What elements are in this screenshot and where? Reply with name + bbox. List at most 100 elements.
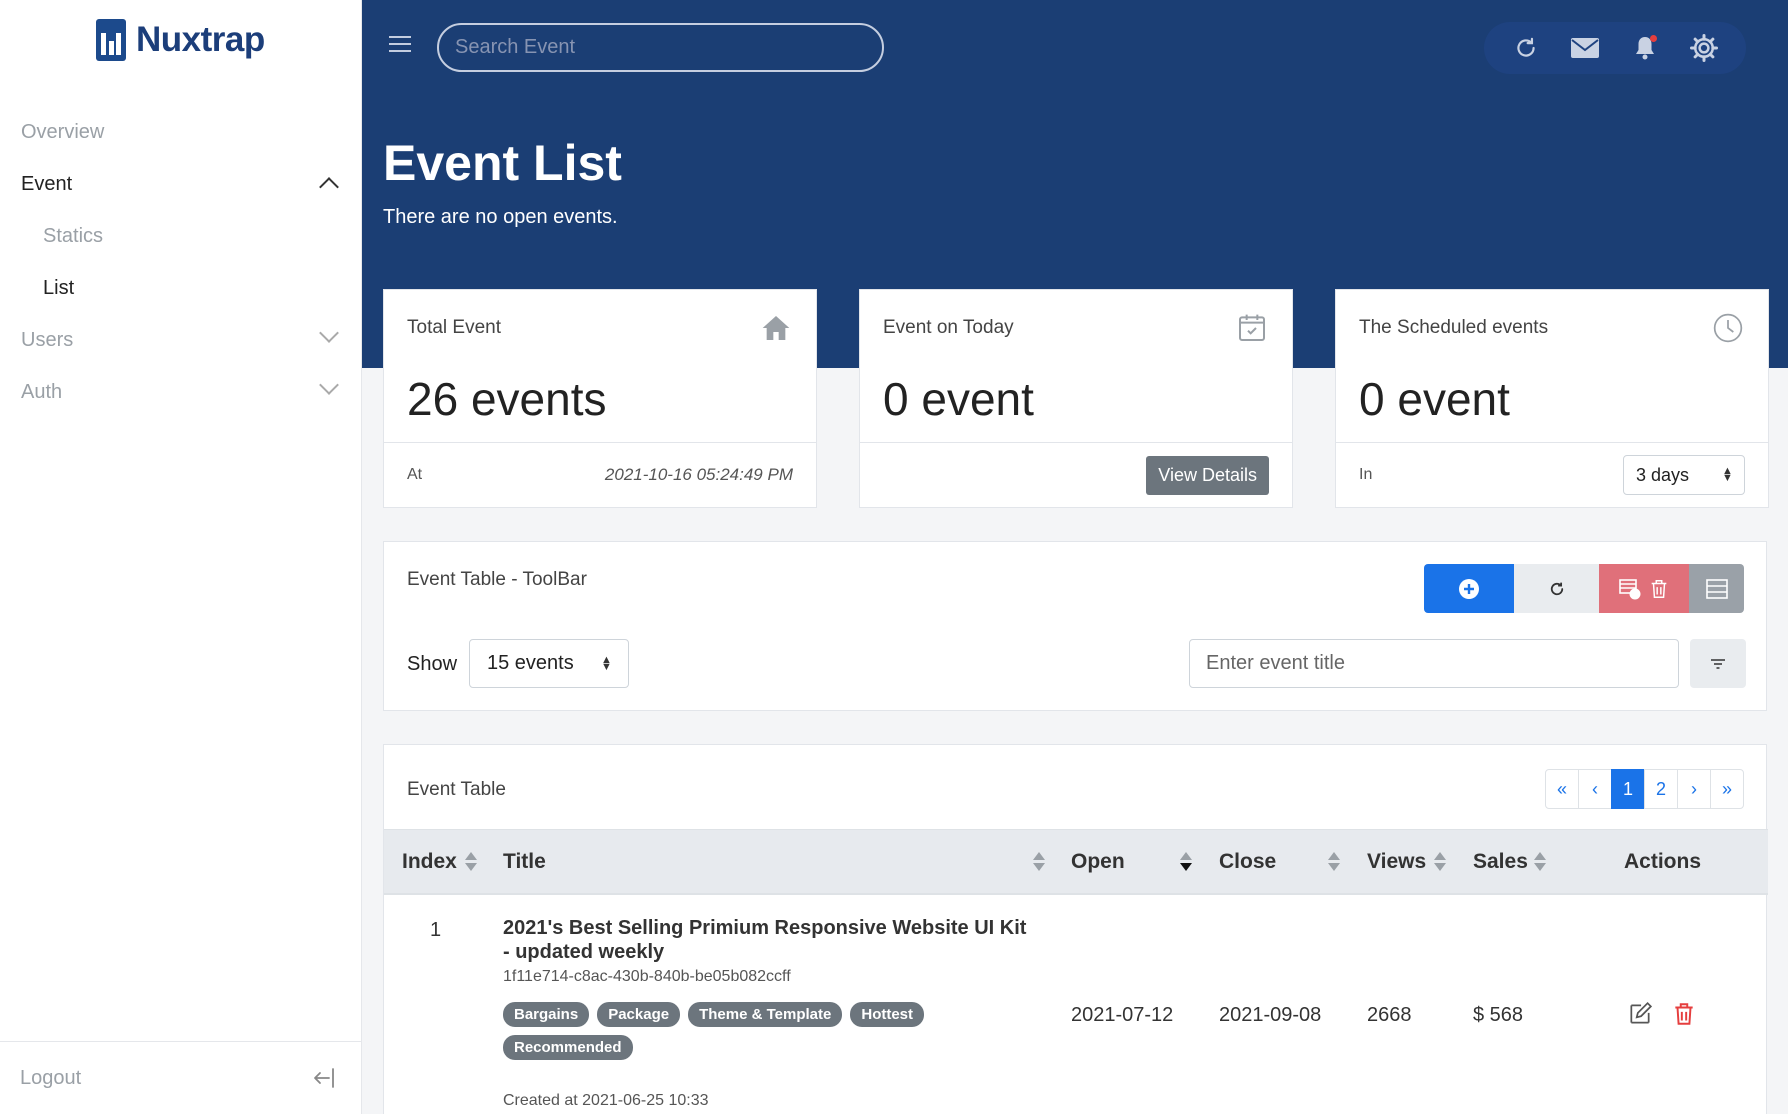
bell-icon[interactable]	[1630, 33, 1660, 63]
sort-icon[interactable]	[1534, 852, 1546, 872]
stat-footer: View Details	[860, 442, 1292, 507]
row-close-date: 2021-09-08	[1219, 1004, 1322, 1026]
page-size-select[interactable]: 15 events ▲ ▼	[469, 639, 629, 688]
stat-label: Total Event	[407, 317, 501, 338]
notification-dot	[1649, 35, 1657, 42]
row-uuid: 1f11e714-c8ac-430b-840b-be05b082ccff	[503, 968, 791, 985]
column-header-open[interactable]: Open	[1071, 830, 1125, 894]
table-title: Event Table	[407, 779, 506, 800]
delete-icon[interactable]	[1671, 1001, 1697, 1027]
sort-desc-icon[interactable]	[1180, 852, 1192, 872]
select-value: 3 days	[1636, 464, 1690, 485]
chevron-down-icon	[319, 323, 339, 343]
sidebar-item-list[interactable]: List	[0, 262, 362, 314]
stat-footer: In 3 days ▲ ▼	[1336, 442, 1768, 507]
page-2-button[interactable]: 2	[1644, 769, 1678, 809]
column-label: Actions	[1624, 850, 1702, 873]
page-subtitle: There are no open events.	[383, 206, 618, 228]
search-input[interactable]	[437, 23, 884, 72]
collapse-sidebar-icon[interactable]	[312, 1066, 336, 1090]
sidebar-item-auth[interactable]: Auth	[0, 366, 362, 418]
sidebar-item-event[interactable]: Event	[0, 158, 362, 210]
column-header-index[interactable]: Index	[402, 830, 457, 894]
mail-icon[interactable]	[1570, 33, 1600, 63]
sidebar-item-users[interactable]: Users	[0, 314, 362, 366]
sidebar-item-label: Overview	[21, 120, 105, 143]
sidebar-item-statics[interactable]: Statics	[0, 210, 362, 262]
column-label: Index	[402, 850, 457, 873]
brand-logo-icon	[96, 19, 126, 61]
sidebar-item-label: Event	[21, 172, 73, 195]
filter-button[interactable]	[1690, 639, 1746, 688]
column-header-views[interactable]: Views	[1367, 830, 1426, 894]
column-label: Close	[1219, 850, 1277, 873]
stat-value: 26 events	[407, 373, 607, 425]
stat-foot-label: At	[407, 466, 423, 483]
gear-icon[interactable]	[1689, 33, 1719, 63]
chevron-down-icon	[319, 375, 339, 395]
page-1-button[interactable]: 1	[1611, 769, 1645, 809]
column-header-close[interactable]: Close	[1219, 830, 1276, 894]
event-table-card: Event Table « ‹ 1 2 › » Index Title Open…	[383, 744, 1768, 1114]
brand[interactable]: Nuxtrap	[96, 18, 265, 62]
stat-value: 0 event	[1359, 373, 1510, 425]
add-event-button[interactable]	[1424, 564, 1514, 613]
menu-toggle-icon[interactable]	[389, 36, 411, 54]
tag-badge: Theme & Template	[688, 1002, 843, 1027]
stat-card-scheduled: The Scheduled events 0 event In 3 days ▲…	[1335, 289, 1769, 508]
refresh-icon[interactable]	[1511, 33, 1541, 63]
sort-icon[interactable]	[1434, 852, 1446, 872]
stat-value: 0 event	[883, 373, 1034, 425]
sidebar: Nuxtrap Overview Event Statics List User…	[0, 0, 362, 1114]
column-header-title[interactable]: Title	[503, 830, 546, 894]
row-open-date: 2021-07-12	[1071, 1004, 1174, 1026]
event-title-filter-input[interactable]	[1189, 639, 1679, 688]
row-tags: Bargains Package Theme & Template Hottes…	[503, 1002, 973, 1060]
sidebar-item-overview[interactable]: Overview	[0, 106, 362, 158]
page-title: Event List	[383, 135, 622, 191]
refresh-table-button[interactable]	[1514, 564, 1599, 613]
pagination: « ‹ 1 2 › »	[1545, 769, 1744, 809]
columns-toggle-button[interactable]	[1689, 564, 1744, 613]
sort-icon[interactable]	[1328, 852, 1340, 872]
row-index: 1	[430, 919, 442, 941]
row-created: Created at 2021-06-25 10:33	[503, 1092, 709, 1109]
row-title[interactable]: 2021's Best Selling Primium Responsive W…	[503, 916, 1033, 964]
column-header-actions: Actions	[1624, 830, 1701, 894]
page-next-button[interactable]: ›	[1677, 769, 1711, 809]
clear-selection-icon	[1619, 578, 1641, 599]
view-details-button[interactable]: View Details	[1146, 455, 1269, 495]
schedule-range-select[interactable]: 3 days ▲ ▼	[1623, 455, 1745, 495]
stat-footer: At 2021-10-16 05:24:49 PM	[384, 442, 816, 507]
home-icon	[762, 316, 790, 340]
tag-badge: Hottest	[850, 1002, 925, 1027]
toolbar-button-group	[1424, 564, 1744, 613]
stat-timestamp: 2021-10-16 05:24:49 PM	[604, 465, 793, 484]
sort-icon[interactable]	[1033, 852, 1045, 872]
logout-label: Logout	[20, 1066, 82, 1089]
delete-selected-button[interactable]	[1599, 564, 1689, 613]
header-tools	[1484, 22, 1746, 74]
toolbar-title: Event Table - ToolBar	[407, 569, 587, 590]
select-value: 15 events	[487, 652, 574, 674]
refresh-icon	[1550, 582, 1563, 595]
toolbar-card: Event Table - ToolBar Show 15 events ▲ ▼	[383, 541, 1767, 711]
brand-name: Nuxtrap	[136, 20, 265, 59]
sort-icon[interactable]	[465, 852, 477, 872]
edit-icon[interactable]	[1627, 1001, 1653, 1027]
column-header-sales[interactable]: Sales	[1473, 830, 1528, 894]
calendar-icon	[1239, 314, 1265, 341]
page-first-button[interactable]: «	[1545, 769, 1579, 809]
column-label: Open	[1071, 850, 1125, 873]
stat-foot-label: In	[1359, 466, 1373, 483]
stat-label: The Scheduled events	[1359, 317, 1549, 338]
page-prev-button[interactable]: ‹	[1578, 769, 1612, 809]
tag-badge: Recommended	[503, 1035, 633, 1060]
page-last-button[interactable]: »	[1710, 769, 1744, 809]
filter-icon	[1711, 658, 1725, 669]
select-arrows-icon: ▲ ▼	[601, 653, 612, 673]
row-sales: $ 568	[1473, 1004, 1524, 1026]
logout-button[interactable]: Logout	[0, 1041, 362, 1114]
sidebar-item-label: Statics	[43, 224, 104, 247]
tag-badge: Package	[597, 1002, 681, 1027]
